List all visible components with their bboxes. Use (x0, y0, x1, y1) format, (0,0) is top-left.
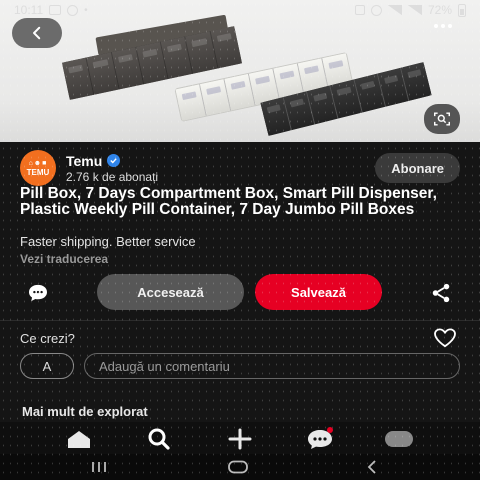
nav-profile[interactable] (384, 428, 414, 450)
battery-percent: 72% (427, 3, 452, 17)
back-system-button[interactable] (360, 460, 384, 474)
bottom-nav (0, 422, 480, 454)
comments-header: Ce crezi? (20, 328, 458, 348)
notification-dot (327, 427, 333, 433)
system-navigation-bar (0, 454, 480, 480)
whatsapp-notification-icon (67, 4, 79, 16)
recent-apps-icon (92, 462, 106, 472)
author-row: ⌂☻■ TEMU Temu 2.76 k de abonați Abonare (20, 150, 460, 186)
back-button[interactable] (12, 18, 62, 48)
share-icon[interactable] (430, 282, 452, 304)
battery-icon (458, 3, 466, 17)
comment-bubble-icon[interactable] (26, 284, 50, 302)
visit-button[interactable]: Accesează (97, 274, 244, 310)
heart-icon[interactable] (432, 328, 458, 348)
comments-prompt: Ce crezi? (20, 330, 75, 346)
translate-link[interactable]: Vezi traducerea (20, 252, 108, 266)
explore-more-heading: Mai mult de explorat (22, 404, 148, 419)
profile-avatar (385, 431, 413, 447)
visual-search-icon (434, 112, 450, 126)
signal-icon (407, 5, 422, 15)
nav-create[interactable] (225, 428, 255, 450)
author-avatar[interactable]: ⌂☻■ TEMU (20, 150, 56, 186)
action-row: Accesează Salvează (0, 274, 480, 310)
visual-search-button[interactable] (424, 104, 460, 134)
pin-title: Pill Box, 7 Days Compartment Box, Smart … (20, 185, 437, 218)
gallery-notification-icon (49, 5, 62, 15)
more-dots-icon (434, 24, 438, 28)
status-bar: 10:11 • 72% (0, 0, 480, 20)
pin-detail-screen: 10:11 • 72% ⌂☻■ TEMU Temu 2.76 k de abon… (0, 0, 480, 480)
home-system-button[interactable] (226, 460, 250, 474)
follower-count: 2.76 k de abonați (66, 169, 159, 184)
user-avatar[interactable]: A (20, 353, 74, 379)
section-divider (0, 320, 480, 321)
back-arrow-icon (367, 460, 376, 474)
recent-apps-button[interactable] (87, 460, 111, 474)
create-icon (228, 428, 252, 450)
nav-home[interactable] (64, 428, 94, 450)
more-notifications-icon: • (84, 4, 88, 16)
author-name[interactable]: Temu (66, 153, 102, 169)
pin-image[interactable] (0, 0, 480, 142)
screenshot-icon (354, 5, 365, 15)
search-icon (148, 428, 170, 450)
comment-row: A (20, 352, 460, 380)
chevron-left-icon (33, 26, 41, 40)
follow-button[interactable]: Abonare (375, 153, 460, 183)
pin-details: ⌂☻■ TEMU Temu 2.76 k de abonați Abonare … (0, 142, 480, 422)
nav-search[interactable] (144, 428, 174, 450)
save-button[interactable]: Salvează (255, 274, 382, 310)
verified-icon (107, 154, 121, 167)
comment-input[interactable] (84, 353, 460, 379)
more-options-button[interactable] (434, 24, 452, 28)
author-info[interactable]: Temu 2.76 k de abonați (66, 153, 375, 184)
home-icon (68, 431, 90, 448)
wifi-icon (387, 5, 402, 15)
alarm-icon (370, 4, 382, 16)
home-circle-icon (228, 460, 248, 474)
pin-description: Faster shipping. Better service (20, 234, 196, 249)
nav-messages[interactable] (305, 427, 335, 450)
clock: 10:11 (14, 3, 44, 17)
